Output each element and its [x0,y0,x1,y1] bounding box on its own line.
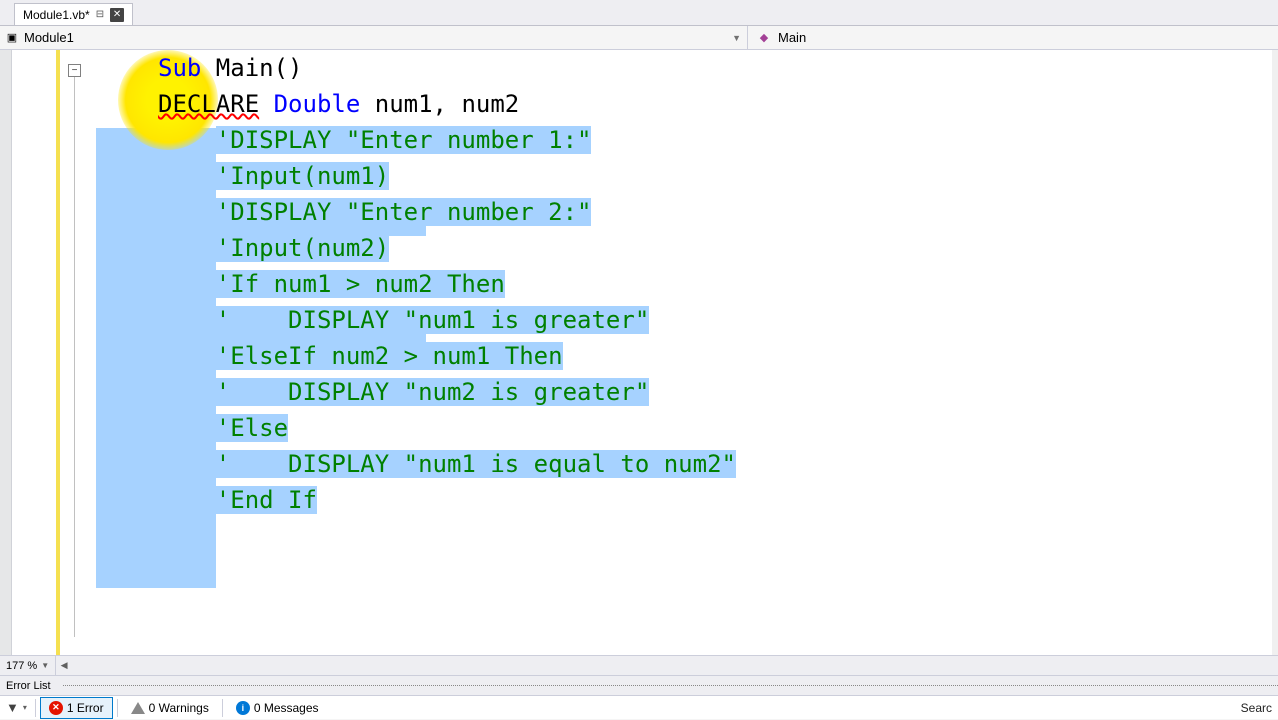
scope-label: Module1 [24,30,74,45]
code-line: 'Input(num1) [96,158,1278,194]
scroll-left-button[interactable]: ◀ [56,656,72,675]
message-icon: i [236,701,250,715]
grip-dots [63,685,1278,686]
code-line: 'Else [96,410,1278,446]
indicator-margin [0,50,12,655]
errors-filter-button[interactable]: ✕ 1 Error [40,697,113,719]
chevron-down-icon: ▼ [732,33,747,43]
search-label: Searc [1241,701,1278,715]
messages-filter-button[interactable]: i 0 Messages [227,697,328,719]
errors-count: 1 Error [67,701,104,715]
tab-strip: Module1.vb* ⊟ ✕ [0,0,1278,26]
horizontal-scrollbar[interactable]: ◀ [56,656,1278,675]
code-line-error: DECLARE Double num1, num2 [96,86,1278,122]
error-list-toolbar: ▼ ▾ ✕ 1 Error 0 Warnings i 0 Messages Se… [0,695,1278,719]
code-line: ' DISPLAY "num1 is greater" [96,302,1278,338]
code-line: Sub Main() [96,50,1278,86]
code-line: 'ElseIf num2 > num1 Then [96,338,1278,374]
separator [222,699,223,717]
pin-icon[interactable]: ⊟ [96,9,104,20]
fold-toggle[interactable]: − [68,64,81,77]
chevron-down-icon: ▼ [41,661,49,670]
warnings-filter-button[interactable]: 0 Warnings [122,697,218,719]
fold-line [74,77,75,637]
error-list-header[interactable]: Error List [0,675,1278,695]
code-line: 'If num1 > num2 Then [96,266,1278,302]
error-list-title: Error List [6,680,51,692]
separator [35,699,36,717]
code-line: ' DISPLAY "num2 is greater" [96,374,1278,410]
member-dropdown[interactable]: ◆ Main [748,26,1278,49]
scope-dropdown[interactable]: ▣ Module1 ▼ [0,26,748,49]
zoom-value: 177 % [6,660,37,672]
editor-footer: 177 % ▼ ◀ [0,655,1278,675]
code-line: ' DISPLAY "num1 is equal to num2" [96,446,1278,482]
code-line: 'End If [96,482,1278,518]
method-icon: ◆ [756,30,772,46]
code-editor[interactable]: − Sub Main() DECLARE Double num1, num2 '… [0,50,1278,655]
messages-count: 0 Messages [254,701,319,715]
code-line: 'Input(num2) [96,230,1278,266]
close-icon[interactable]: ✕ [110,8,124,22]
filter-icon[interactable]: ▼ [6,700,19,715]
tab-title: Module1.vb* [23,8,90,22]
document-tab[interactable]: Module1.vb* ⊟ ✕ [14,3,133,25]
code-pane[interactable]: Sub Main() DECLARE Double num1, num2 'DI… [96,50,1278,655]
code-line: 'DISPLAY "Enter number 2:" [96,194,1278,230]
module-icon: ▣ [4,30,20,46]
navigation-bar: ▣ Module1 ▼ ◆ Main [0,26,1278,50]
separator [117,699,118,717]
warnings-count: 0 Warnings [149,701,209,715]
member-label: Main [778,30,806,45]
error-icon: ✕ [49,701,63,715]
zoom-dropdown[interactable]: 177 % ▼ [0,656,56,675]
outlining-margin: − [60,50,96,655]
gutter [12,50,60,655]
warning-icon [131,702,145,714]
filter-dropdown-icon[interactable]: ▾ [19,703,31,712]
code-line: 'DISPLAY "Enter number 1:" [96,122,1278,158]
